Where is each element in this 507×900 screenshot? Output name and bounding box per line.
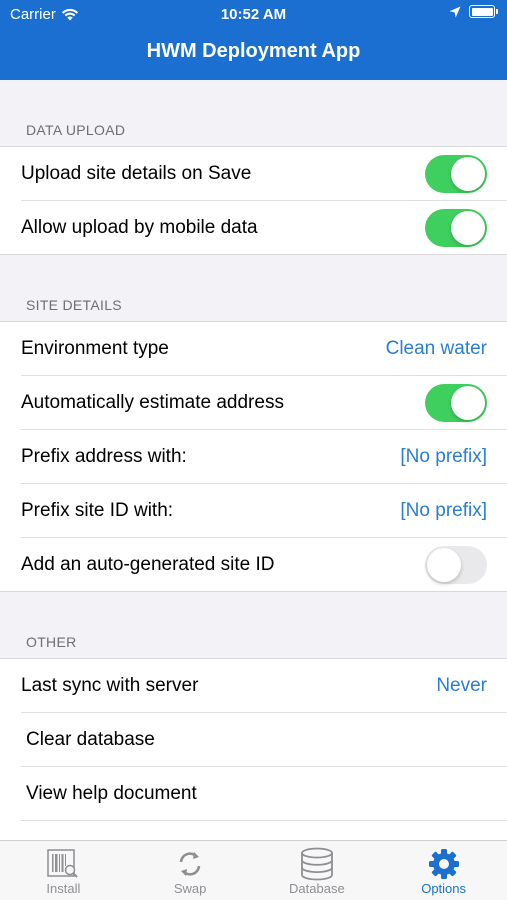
settings-list[interactable]: DATA UPLOAD Upload site details on Save … <box>0 80 507 840</box>
prefix-address-label: Prefix address with: <box>21 446 187 467</box>
mobile-data-label: Allow upload by mobile data <box>21 217 258 238</box>
view-help-document-button[interactable]: View help document <box>0 767 507 821</box>
tab-install[interactable]: Install <box>0 841 127 900</box>
gear-icon <box>428 849 459 879</box>
upload-on-save-row: Upload site details on Save <box>0 147 507 201</box>
tab-install-label: Install <box>46 881 81 896</box>
section-header-site-details: SITE DETAILS <box>0 255 507 322</box>
tab-bar: Install Swap Database Options <box>0 840 507 900</box>
tab-database-label: Database <box>289 881 345 896</box>
upload-on-save-toggle[interactable] <box>425 155 487 193</box>
prefix-site-id-label: Prefix site ID with: <box>21 500 174 521</box>
battery-icon <box>469 5 498 18</box>
clear-database-button[interactable]: Clear database <box>0 713 507 767</box>
tab-swap-label: Swap <box>173 881 207 896</box>
section-header-other: OTHER <box>0 592 507 659</box>
auto-site-id-row: Add an auto-generated site ID <box>0 538 507 592</box>
next-row-partial[interactable] <box>0 821 507 840</box>
location-arrow-icon <box>449 6 461 17</box>
view-help-document-label: View help document <box>26 783 197 804</box>
clear-database-label: Clear database <box>26 729 155 750</box>
last-sync-value: Never <box>436 675 487 696</box>
auto-site-id-label: Add an auto-generated site ID <box>21 554 275 575</box>
mobile-data-row: Allow upload by mobile data <box>0 201 507 255</box>
swap-arrows-icon <box>179 852 201 876</box>
auto-site-id-toggle[interactable] <box>425 546 487 584</box>
estimate-address-row: Automatically estimate address <box>0 376 507 430</box>
database-icon <box>300 847 333 881</box>
last-sync-row: Last sync with server Never <box>0 659 507 713</box>
app-header: Carrier 10:52 AM HWM Deployment App <box>0 0 507 80</box>
tab-options[interactable]: Options <box>380 841 507 900</box>
last-sync-label: Last sync with server <box>21 675 199 696</box>
prefix-site-id-value[interactable]: [No prefix] <box>400 500 487 522</box>
environment-type-label: Environment type <box>21 338 169 359</box>
status-bar: Carrier 10:52 AM <box>0 0 507 30</box>
tab-swap[interactable]: Swap <box>127 841 254 900</box>
mobile-data-toggle[interactable] <box>425 209 487 247</box>
prefix-address-value[interactable]: [No prefix] <box>400 446 487 468</box>
estimate-address-label: Automatically estimate address <box>21 392 284 413</box>
prefix-site-id-row[interactable]: Prefix site ID with: [No prefix] <box>0 484 507 538</box>
status-indicators <box>449 5 498 18</box>
estimate-address-toggle[interactable] <box>425 384 487 422</box>
environment-type-row[interactable]: Environment type Clean water <box>0 322 507 376</box>
barcode-scan-icon <box>47 849 79 878</box>
page-title: HWM Deployment App <box>146 40 361 62</box>
tab-database[interactable]: Database <box>254 841 381 900</box>
environment-type-value[interactable]: Clean water <box>386 338 487 360</box>
tab-options-label: Options <box>421 881 467 896</box>
status-time: 10:52 AM <box>220 6 287 23</box>
prefix-address-row[interactable]: Prefix address with: [No prefix] <box>0 430 507 484</box>
section-header-data-upload: DATA UPLOAD <box>0 80 507 147</box>
upload-on-save-label: Upload site details on Save <box>21 163 252 184</box>
